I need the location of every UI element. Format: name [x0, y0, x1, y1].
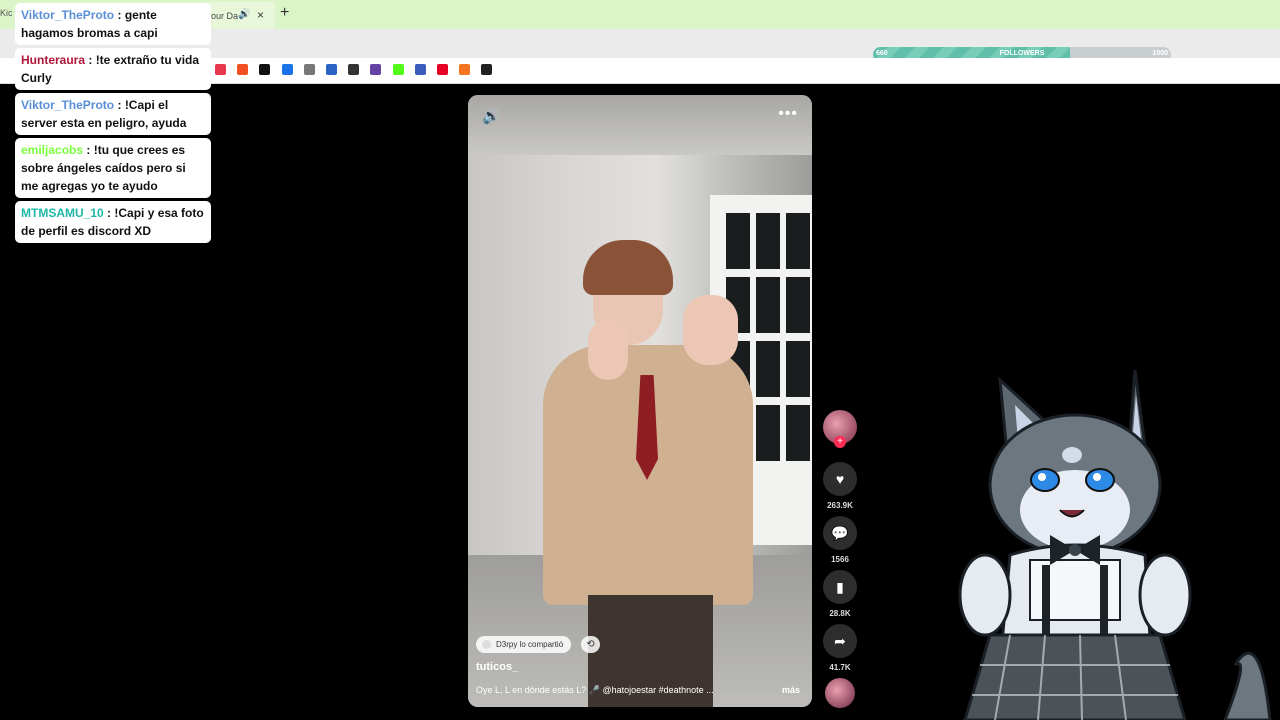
sound-avatar[interactable]: [825, 678, 855, 708]
chat-username[interactable]: emiljacobs: [21, 143, 83, 157]
tab-title: our Da: [211, 11, 239, 21]
chat-message: emiljacobs : !tu que crees es sobre ánge…: [15, 138, 211, 198]
chat-message: Viktor_TheProto : !Capi el server esta e…: [15, 93, 211, 135]
chat-username[interactable]: Viktor_TheProto: [21, 8, 114, 22]
share-button[interactable]: ➦: [823, 624, 857, 658]
door-pane: [786, 405, 810, 461]
bookmark-icon: ▮: [836, 579, 844, 595]
chat-message: MTMSAMU_10 : !Capi y esa foto de perfil …: [15, 201, 211, 243]
save-count: 28.8K: [829, 609, 851, 618]
follow-plus-icon[interactable]: +: [834, 436, 846, 448]
chat-message: Viktor_TheProto : gente hagamos bromas a…: [15, 3, 211, 45]
door-pane: [756, 213, 780, 269]
shared-by-chip[interactable]: D3rpy lo compartió: [476, 636, 572, 653]
tiktok-icon[interactable]: [259, 64, 271, 75]
h-icon[interactable]: [281, 64, 293, 75]
image-icon[interactable]: [481, 64, 493, 75]
chat-username[interactable]: Hunteraura: [21, 53, 85, 67]
person-hand: [588, 320, 628, 380]
video-scene-ceiling: [468, 95, 812, 155]
door-pane: [786, 213, 810, 269]
active-tab[interactable]: our Da 🔊 ×: [205, 2, 275, 29]
chat-username[interactable]: Viktor_TheProto: [21, 98, 114, 112]
new-tab-button[interactable]: +: [280, 4, 289, 22]
heart-icon: ♥: [835, 471, 845, 487]
chat-username[interactable]: MTMSAMU_10: [21, 206, 104, 220]
chat-message: Hunteraura : !te extraño tu vida Curly: [15, 48, 211, 90]
twitch-icon[interactable]: [370, 64, 382, 75]
pocket-icon[interactable]: [215, 64, 226, 75]
kick-icon[interactable]: [392, 64, 404, 75]
video-author[interactable]: tuticos_: [476, 661, 518, 673]
followers-max: 1000: [1152, 50, 1168, 57]
more-icon[interactable]: •••: [778, 105, 798, 123]
vtuber-avatar: [950, 365, 1280, 720]
person-hair: [583, 240, 673, 295]
door-pane: [756, 405, 780, 461]
comment-button[interactable]: 💬: [823, 516, 857, 550]
speaker-icon[interactable]: 🔊: [238, 9, 250, 20]
door-pane: [786, 277, 810, 333]
sharer-avatar: [482, 640, 491, 649]
followers-label: FOLLOWERS: [999, 50, 1045, 57]
app-icon[interactable]: [414, 64, 426, 75]
video-caption: Oye L, L en dónde estás L? 🎤 @hatojoesta…: [476, 685, 714, 695]
like-count: 263.9K: [827, 501, 853, 510]
person-hand: [683, 295, 738, 365]
microsoft-icon[interactable]: [237, 64, 249, 75]
share-count: 41.7K: [829, 663, 851, 672]
shared-by-text: D3rpy lo compartió: [496, 640, 564, 649]
door-pane: [726, 213, 750, 269]
comment-count: 1566: [831, 555, 849, 564]
pen-icon[interactable]: [326, 64, 337, 75]
save-button[interactable]: ▮: [823, 570, 857, 604]
comment-icon: 💬: [831, 525, 849, 541]
box-icon[interactable]: [348, 64, 360, 75]
speaker-icon[interactable]: 🔊: [482, 107, 501, 125]
door-pane: [756, 277, 780, 333]
video-player[interactable]: 🔊 ••• D3rpy lo compartió ⟲ tuticos_ Oye …: [468, 95, 812, 707]
door-pane: [786, 341, 810, 397]
like-button[interactable]: ♥: [823, 462, 857, 496]
repost-icon[interactable]: ⟲: [581, 636, 600, 653]
share-icon: ➦: [834, 633, 846, 649]
pinterest-icon[interactable]: [437, 64, 448, 75]
gear-icon[interactable]: [303, 64, 315, 75]
wolf-avatar-illustration: [958, 369, 1272, 720]
caption-more-link[interactable]: más: [782, 685, 800, 695]
close-icon[interactable]: ×: [257, 8, 264, 22]
door-pane: [756, 341, 780, 397]
crunchyroll-icon[interactable]: [459, 64, 471, 75]
tab-title-fragment[interactable]: Kic: [0, 8, 13, 18]
